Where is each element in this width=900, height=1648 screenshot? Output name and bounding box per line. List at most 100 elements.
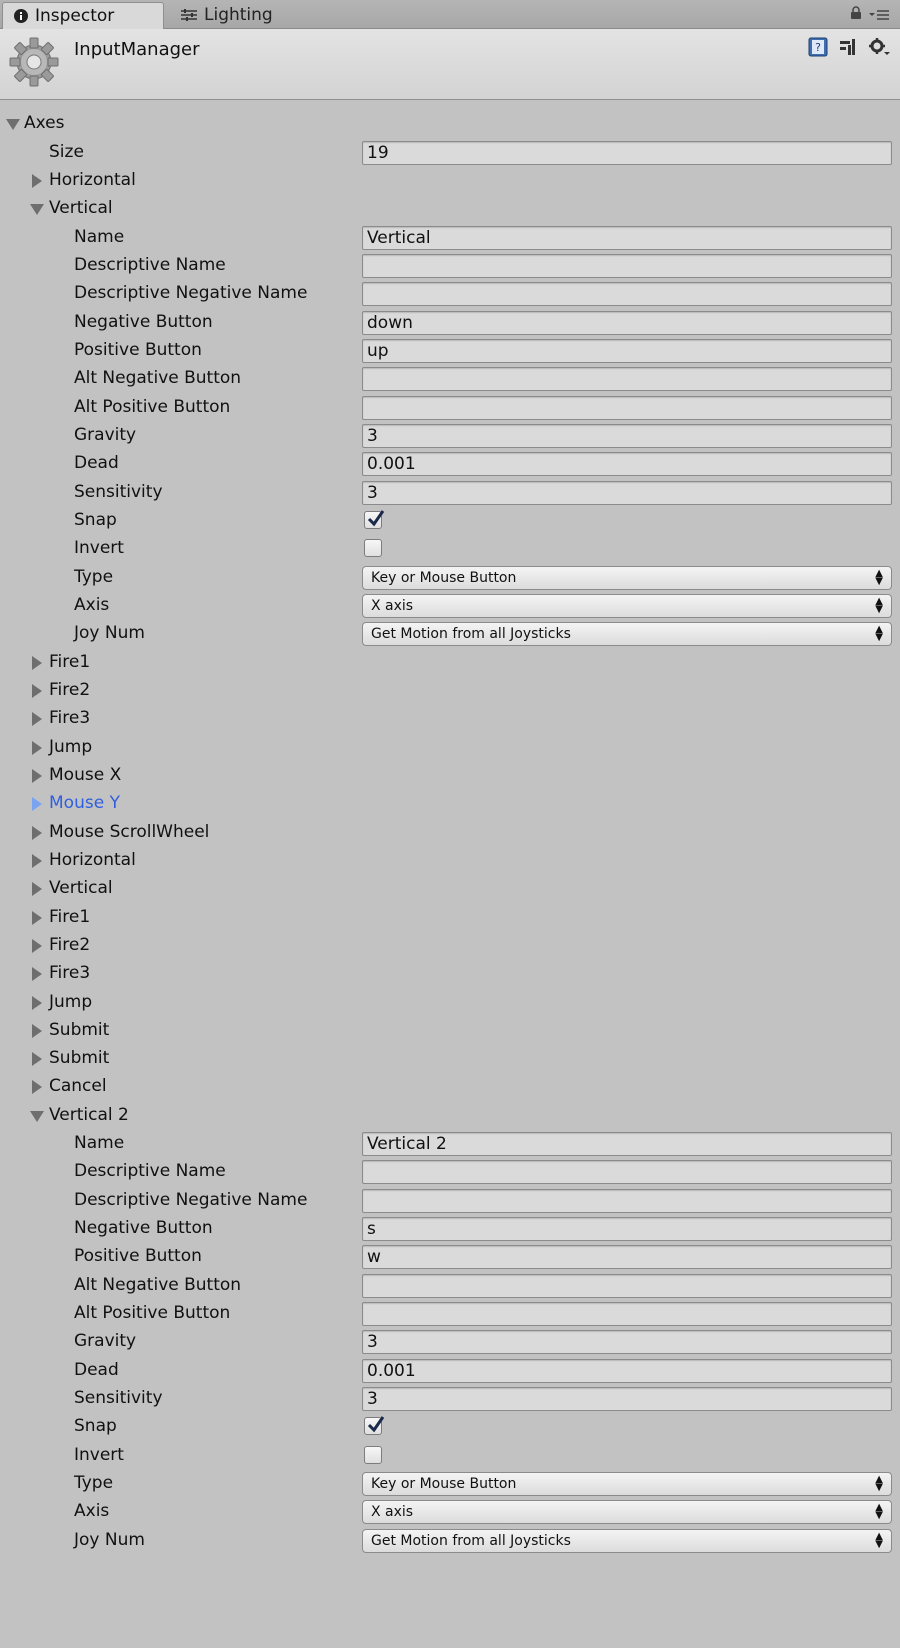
dead-input[interactable]: 0.001 [362,1359,892,1383]
joy-num-dropdown[interactable]: Get Motion from all Joysticks ▲ ▼ [362,1529,892,1553]
vertical2-axis-row: Axis X axis ▲ ▼ [0,1497,900,1526]
descriptive-negative-name-label: Descriptive Negative Name [74,283,308,303]
presets-icon[interactable] [838,37,858,62]
negative-button-input[interactable]: s [362,1217,892,1241]
vertical-sensitivity-row: Sensitivity 3 [0,478,900,507]
foldout-collapsed-icon [32,741,42,755]
sensitivity-input[interactable]: 3 [362,1387,892,1411]
axis-item-vertical[interactable]: Vertical [0,194,900,223]
axis-item-mouse-y[interactable]: Mouse Y [0,789,900,818]
foldout-collapsed-icon [32,656,42,670]
foldout-collapsed-icon [32,854,42,868]
snap-label: Snap [74,1416,117,1436]
tab-inspector-label: Inspector [35,6,115,26]
vertical-positive-button-row: Positive Button up [0,336,900,365]
size-input[interactable]: 19 [362,141,892,165]
foldout-collapsed-icon [32,1024,42,1038]
name-input[interactable]: Vertical [362,226,892,250]
alt-positive-button-input[interactable] [362,1302,892,1326]
axis-item-fire1[interactable]: Fire1 [0,903,900,932]
negative-button-input[interactable]: down [362,311,892,335]
descriptive-negative-name-input[interactable] [362,1189,892,1213]
lock-icon[interactable] [850,5,862,25]
axis-item-fire3[interactable]: Fire3 [0,959,900,988]
axis-item-submit[interactable]: Submit [0,1044,900,1073]
axis-item-label: Jump [49,992,93,1012]
snap-checkbox[interactable] [364,510,385,529]
axis-item-fire3[interactable]: Fire3 [0,704,900,733]
positive-button-input[interactable]: up [362,339,892,363]
axis-item-vertical[interactable]: Vertical [0,874,900,903]
vertical2-descriptive-negative-name-row: Descriptive Negative Name [0,1186,900,1215]
name-label: Name [74,227,125,247]
invert-checkbox[interactable] [364,539,382,557]
axis-item-label: Horizontal [49,850,136,870]
alt-negative-button-input[interactable] [362,367,892,391]
axis-item-jump[interactable]: Jump [0,733,900,762]
axis-item-fire1[interactable]: Fire1 [0,648,900,677]
vertical-gravity-row: Gravity 3 [0,421,900,450]
alt-negative-button-input[interactable] [362,1274,892,1298]
axis-item-mouse-scrollwheel[interactable]: Mouse ScrollWheel [0,818,900,847]
axis-item-vertical-2[interactable]: Vertical 2 [0,1101,900,1130]
type-label: Type [74,1473,114,1493]
dead-input[interactable]: 0.001 [362,452,892,476]
axis-item-mouse-x[interactable]: Mouse X [0,761,900,790]
descriptive-name-input[interactable] [362,1160,892,1184]
dropdown-arrows-icon: ▲ ▼ [875,596,883,615]
name-label: Name [74,1133,125,1153]
axes-foldout[interactable]: Axes [0,109,900,138]
tab-bar: Inspector Lighting [0,0,900,29]
axis-item-submit[interactable]: Submit [0,1016,900,1045]
vertical-axis-row: Axis X axis ▲ ▼ [0,591,900,620]
tab-lighting[interactable]: Lighting [177,1,327,28]
invert-checkbox[interactable] [364,1446,382,1464]
tab-inspector[interactable]: Inspector [2,2,164,29]
joy-num-dropdown-value: Get Motion from all Joysticks [371,626,571,642]
foldout-collapsed-icon [32,826,42,840]
joy-num-label: Joy Num [74,1530,145,1550]
gravity-input[interactable]: 3 [362,1330,892,1354]
tab-menu-icon[interactable] [868,5,890,25]
snap-checkbox[interactable] [364,1416,385,1435]
alt-positive-button-input[interactable] [362,396,892,420]
name-input[interactable]: Vertical 2 [362,1132,892,1156]
axis-item-label: Cancel [49,1076,107,1096]
lighting-icon [180,8,198,22]
help-book-icon[interactable]: ? [808,37,828,62]
axis-dropdown[interactable]: X axis ▲ ▼ [362,1500,892,1524]
checkmark-icon [367,1416,385,1433]
alt-positive-button-label: Alt Positive Button [74,397,231,417]
type-dropdown[interactable]: Key or Mouse Button ▲ ▼ [362,566,892,590]
axis-item-horizontal[interactable]: Horizontal [0,166,900,195]
foldout-collapsed-icon [32,712,42,726]
gravity-input[interactable]: 3 [362,424,892,448]
axis-label: Axis [74,1501,110,1521]
invert-label: Invert [74,1445,124,1465]
axis-item-fire2[interactable]: Fire2 [0,676,900,705]
joy-num-dropdown[interactable]: Get Motion from all Joysticks ▲ ▼ [362,622,892,646]
axis-item-label: Fire2 [49,680,91,700]
type-dropdown[interactable]: Key or Mouse Button ▲ ▼ [362,1472,892,1496]
axis-item-jump[interactable]: Jump [0,988,900,1017]
foldout-collapsed-icon [32,684,42,698]
axis-item-fire2[interactable]: Fire2 [0,931,900,960]
sensitivity-input[interactable]: 3 [362,481,892,505]
axis-item-cancel[interactable]: Cancel [0,1072,900,1101]
positive-button-input[interactable]: w [362,1245,892,1269]
negative-button-label: Negative Button [74,312,213,332]
sensitivity-label: Sensitivity [74,1388,163,1408]
axis-item-label: Jump [49,737,93,757]
positive-button-label: Positive Button [74,340,202,360]
vertical-descriptive-negative-name-row: Descriptive Negative Name [0,279,900,308]
axis-item-label: Vertical [49,878,113,898]
type-dropdown-value: Key or Mouse Button [371,1476,517,1492]
axis-dropdown[interactable]: X axis ▲ ▼ [362,594,892,618]
descriptive-name-input[interactable] [362,254,892,278]
settings-gear-icon[interactable] [868,37,890,62]
joy-num-label: Joy Num [74,623,145,643]
axis-item-horizontal[interactable]: Horizontal [0,846,900,875]
descriptive-negative-name-input[interactable] [362,282,892,306]
vertical-name-row: Name Vertical [0,223,900,252]
vertical-alt-positive-button-row: Alt Positive Button [0,393,900,422]
